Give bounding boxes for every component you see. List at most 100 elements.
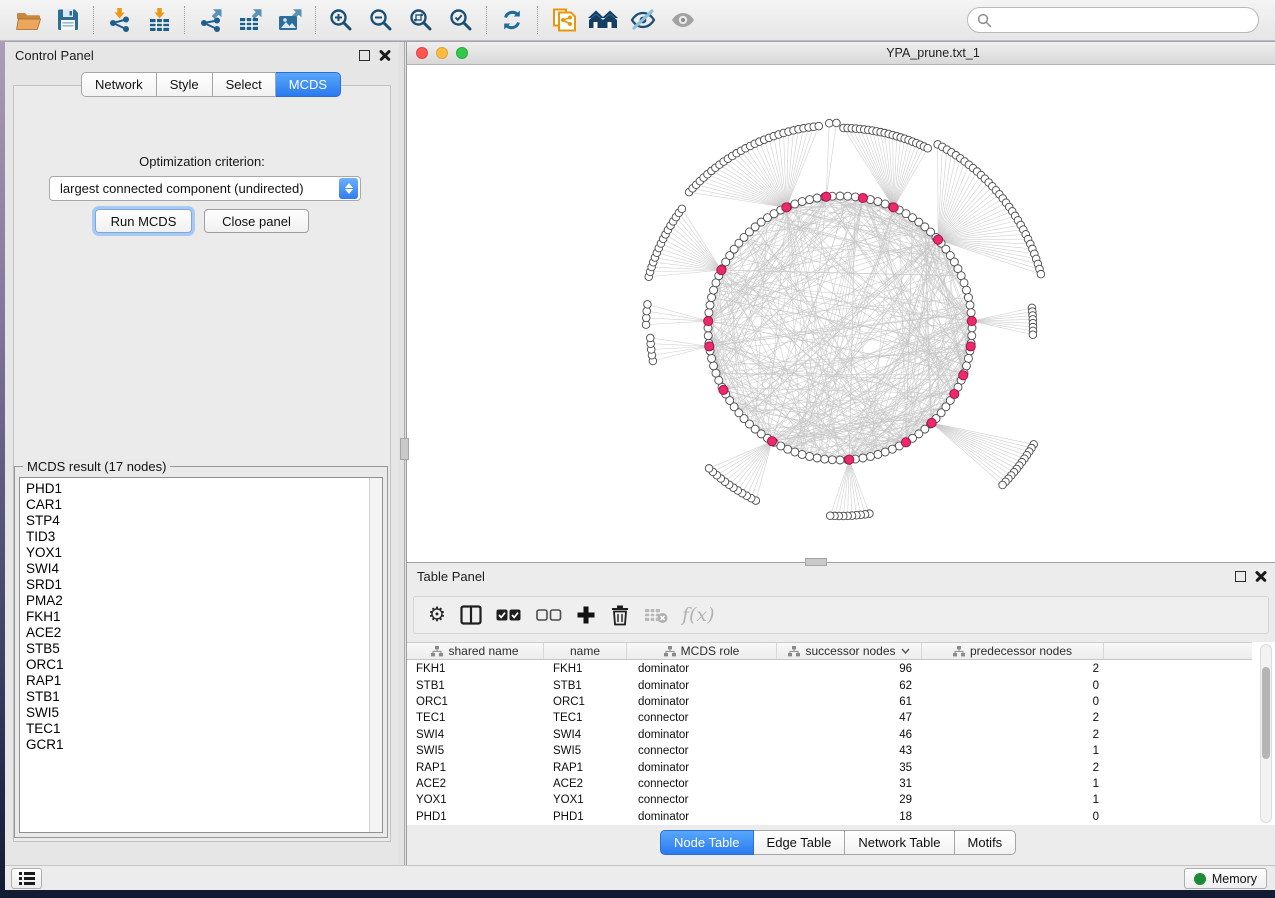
delete-table-icon[interactable]: [644, 601, 668, 629]
graph-node[interactable]: [859, 454, 867, 462]
graph-node[interactable]: [836, 192, 844, 200]
table-cell[interactable]: 1: [922, 778, 1104, 790]
show-all-icon[interactable]: [663, 3, 703, 37]
mcds-result-item[interactable]: SWI5: [20, 705, 382, 721]
graph-node[interactable]: [962, 286, 970, 294]
save-session-icon[interactable]: [48, 3, 88, 37]
table-row[interactable]: SWI4SWI4dominator462: [407, 727, 1252, 743]
run-mcds-button[interactable]: Run MCDS: [95, 209, 192, 233]
graph-hub-node[interactable]: [927, 418, 936, 427]
table-cell[interactable]: 18: [777, 811, 922, 823]
mcds-result-item[interactable]: SWI4: [20, 561, 382, 577]
table-cell[interactable]: YOX1: [407, 794, 544, 806]
export-network-icon[interactable]: [190, 3, 230, 37]
column-header-successor-nodes[interactable]: successor nodes: [777, 643, 922, 659]
graph-node[interactable]: [806, 452, 814, 460]
mcds-list-scrollbar[interactable]: [369, 478, 382, 832]
float-panel-icon[interactable]: [1235, 571, 1246, 582]
graph-hub-node[interactable]: [782, 203, 791, 212]
table-cell[interactable]: dominator: [627, 811, 777, 823]
column-header-shared-name[interactable]: shared name: [407, 643, 544, 659]
select-all-checkboxes-icon[interactable]: [496, 601, 522, 629]
table-cell[interactable]: connector: [627, 712, 777, 724]
zoom-fit-icon[interactable]: [401, 3, 441, 37]
table-cell[interactable]: 0: [922, 696, 1104, 708]
delete-columns-icon[interactable]: [610, 601, 630, 629]
table-cell[interactable]: STB1: [544, 680, 627, 692]
table-row[interactable]: ORC1ORC1dominator610: [407, 694, 1252, 710]
mcds-result-item[interactable]: TEC1: [20, 721, 382, 737]
tab-style[interactable]: Style: [157, 72, 213, 97]
search-input[interactable]: [992, 13, 1249, 28]
table-cell[interactable]: FKH1: [544, 663, 627, 675]
close-panel-icon[interactable]: [379, 49, 391, 61]
table-cell[interactable]: 0: [922, 811, 1104, 823]
hide-selected-icon[interactable]: [623, 3, 663, 37]
export-table-icon[interactable]: [230, 3, 270, 37]
table-cell[interactable]: connector: [627, 745, 777, 757]
graph-node[interactable]: [844, 192, 852, 200]
table-scrollbar[interactable]: [1260, 644, 1272, 823]
table-row[interactable]: SWI5SWI5connector431: [407, 743, 1252, 759]
tab-node-table[interactable]: Node Table: [660, 830, 754, 855]
table-cell[interactable]: 1: [922, 745, 1104, 757]
mcds-result-item[interactable]: PHD1: [20, 481, 382, 497]
network-canvas[interactable]: [407, 65, 1275, 563]
graph-node[interactable]: [866, 452, 874, 460]
graph-node[interactable]: [833, 119, 841, 127]
column-header-name[interactable]: name: [544, 643, 627, 659]
graph-node[interactable]: [821, 455, 829, 463]
table-row[interactable]: TEC1TEC1connector472: [407, 710, 1252, 726]
graph-hub-node[interactable]: [767, 437, 776, 446]
table-row[interactable]: PHD1PHD1dominator180: [407, 809, 1252, 825]
mcds-result-item[interactable]: PMA2: [20, 593, 382, 609]
network-graph[interactable]: [407, 65, 1275, 563]
mcds-result-item[interactable]: ACE2: [20, 625, 382, 641]
mcds-result-item[interactable]: STP4: [20, 513, 382, 529]
table-cell[interactable]: STB1: [407, 680, 544, 692]
graph-node[interactable]: [999, 481, 1007, 489]
graph-hub-node[interactable]: [822, 192, 831, 201]
graph-node[interactable]: [678, 205, 686, 213]
table-cell[interactable]: 2: [922, 663, 1104, 675]
graph-node[interactable]: [813, 454, 821, 462]
table-cell[interactable]: PHD1: [544, 811, 627, 823]
graph-node[interactable]: [706, 301, 714, 309]
table-cell[interactable]: SWI5: [544, 745, 627, 757]
graph-node[interactable]: [815, 122, 823, 130]
first-neighbors-icon[interactable]: [583, 3, 623, 37]
mcds-result-item[interactable]: GCR1: [20, 737, 382, 753]
table-cell[interactable]: 2: [922, 729, 1104, 741]
table-options-gear-icon[interactable]: ⚙: [428, 601, 446, 629]
mcds-result-item[interactable]: STB5: [20, 641, 382, 657]
column-header-mcds-role[interactable]: MCDS role: [627, 643, 777, 659]
table-cell[interactable]: 29: [777, 794, 922, 806]
graph-node[interactable]: [708, 294, 716, 302]
table-cell[interactable]: dominator: [627, 762, 777, 774]
graph-node[interactable]: [874, 450, 882, 458]
graph-node[interactable]: [806, 196, 814, 204]
graph-hub-node[interactable]: [950, 389, 959, 398]
search-box[interactable]: [967, 7, 1259, 33]
graph-node[interactable]: [968, 332, 976, 340]
tab-network[interactable]: Network: [81, 72, 157, 97]
table-cell[interactable]: RAP1: [544, 762, 627, 774]
table-cell[interactable]: TEC1: [544, 712, 627, 724]
graph-node[interactable]: [825, 119, 833, 127]
table-cell[interactable]: ORC1: [544, 696, 627, 708]
table-cell[interactable]: 0: [922, 680, 1104, 692]
graph-node[interactable]: [798, 198, 806, 206]
graph-node[interactable]: [967, 309, 975, 317]
memory-button[interactable]: Memory: [1184, 868, 1267, 889]
graph-node[interactable]: [964, 294, 972, 302]
table-cell[interactable]: 1: [922, 794, 1104, 806]
network-window-titlebar[interactable]: YPA_prune.txt_1: [407, 42, 1275, 65]
graph-hub-node[interactable]: [933, 235, 942, 244]
table-cell[interactable]: PHD1: [407, 811, 544, 823]
table-row[interactable]: STB1STB1dominator620: [407, 677, 1252, 693]
table-cell[interactable]: 46: [777, 729, 922, 741]
graph-node[interactable]: [966, 301, 974, 309]
window-minimize-icon[interactable]: [436, 47, 448, 59]
graph-node[interactable]: [836, 456, 844, 464]
table-cell[interactable]: dominator: [627, 696, 777, 708]
